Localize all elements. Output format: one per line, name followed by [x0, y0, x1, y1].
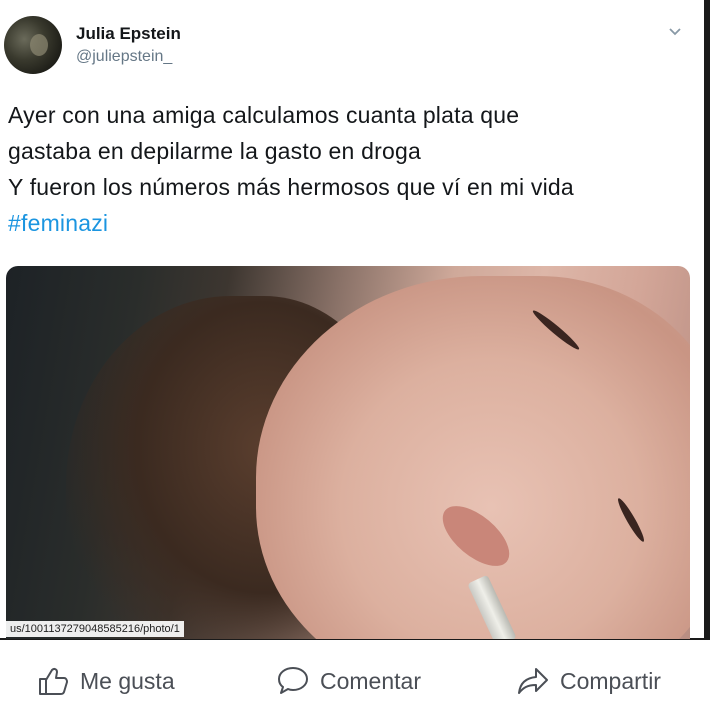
tweet-photo[interactable]: us/1001137279048585216/photo/1 [6, 266, 690, 639]
tweet-text-line: gastaba en depilarme la gasto en droga [8, 138, 421, 164]
photo-url-tag: us/1001137279048585216/photo/1 [6, 621, 184, 637]
like-label: Me gusta [80, 667, 175, 694]
comment-button[interactable]: Comentar [276, 664, 421, 698]
tweet-text-line: Y fueron los números más hermosos que ví… [8, 174, 574, 200]
comment-label: Comentar [320, 667, 421, 694]
share-button[interactable]: Compartir [516, 664, 661, 698]
avatar[interactable] [4, 16, 62, 74]
hashtag-link[interactable]: #feminazi [8, 205, 698, 241]
like-button[interactable]: Me gusta [36, 664, 175, 698]
display-name[interactable]: Julia Epstein [76, 24, 181, 44]
speech-bubble-icon [278, 667, 308, 694]
user-handle[interactable]: @juliepstein_ [76, 48, 172, 66]
tweet-card: Julia Epstein @juliepstein_ Ayer con una… [0, 0, 710, 640]
chevron-down-icon[interactable] [668, 24, 682, 38]
share-label: Compartir [560, 667, 661, 694]
thumbs-up-icon [39, 667, 68, 695]
share-arrow-icon [518, 668, 548, 694]
tweet-text: Ayer con una amiga calculamos cuanta pla… [8, 97, 698, 241]
action-bar: Me gusta Comentar Compartir [0, 652, 718, 712]
tweet-text-line: Ayer con una amiga calculamos cuanta pla… [8, 102, 520, 128]
